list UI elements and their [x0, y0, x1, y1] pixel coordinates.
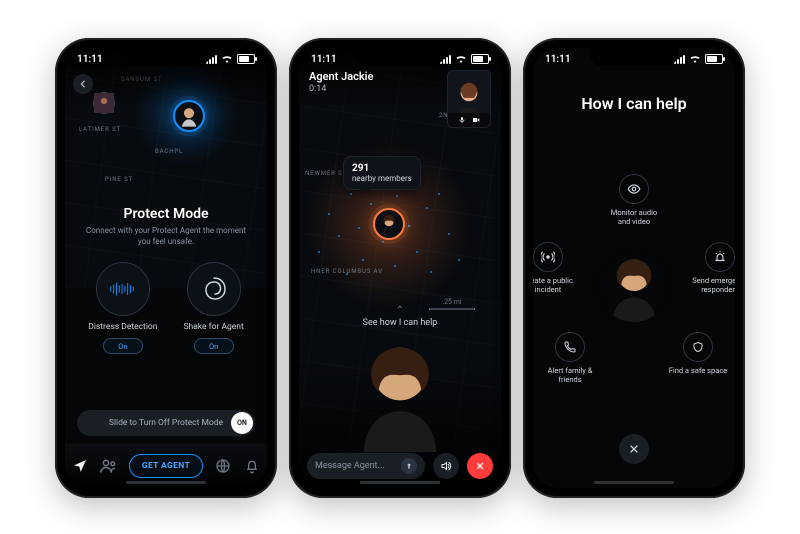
- back-button[interactable]: [73, 74, 93, 94]
- end-call-button[interactable]: [467, 453, 493, 479]
- tooltip-count: 291: [352, 163, 412, 174]
- help-hint[interactable]: ⌃ See how I can help: [299, 305, 501, 328]
- battery-icon: [471, 54, 489, 64]
- user-avatar: [340, 332, 460, 452]
- phone-help-menu: 11:11 How I can help Monitor audio and v…: [523, 38, 745, 498]
- home-indicator[interactable]: [594, 481, 674, 484]
- phone-protect-mode: 11:11 SANSOM ST LATIMER ST BACHPL PINE S…: [55, 38, 277, 498]
- friend-pin[interactable]: [93, 92, 115, 114]
- section-title: Protect Mode: [65, 206, 267, 222]
- wifi-icon: [455, 55, 467, 64]
- notch: [122, 48, 210, 66]
- feature-label: Shake for Agent: [183, 322, 243, 332]
- help-option-alert-family[interactable]: Alert family & friends: [540, 332, 600, 384]
- distress-waveform-icon: [96, 262, 150, 316]
- feature-shake-for-agent[interactable]: Shake for Agent On: [183, 262, 243, 354]
- phone-agent-call: 11:11 2ND ST NEWMER ST HNER COLUMBUS AV …: [289, 38, 511, 498]
- status-time: 11:11: [77, 54, 103, 65]
- wifi-icon: [689, 55, 701, 64]
- wifi-icon: [221, 55, 233, 64]
- call-duration: 0:14: [309, 84, 447, 94]
- street-label: PINE ST: [105, 176, 133, 183]
- feature-toggle[interactable]: On: [103, 338, 143, 354]
- shake-swirl-icon: [187, 262, 241, 316]
- status-time: 11:11: [545, 54, 571, 65]
- mic-icon: [458, 116, 466, 124]
- tab-alerts-icon[interactable]: [243, 457, 261, 475]
- home-indicator[interactable]: [126, 481, 206, 484]
- siren-icon: [705, 242, 735, 272]
- phone-icon: [555, 332, 585, 362]
- battery-icon: [237, 54, 255, 64]
- agent-video-thumbnail[interactable]: [447, 70, 491, 128]
- get-agent-button[interactable]: GET AGENT: [129, 454, 203, 478]
- section-subtitle: Connect with your Protect Agent the mome…: [79, 226, 253, 248]
- help-option-incident[interactable]: Create a public incident: [533, 242, 578, 294]
- nearby-members-tooltip[interactable]: 291 nearby members: [343, 156, 421, 190]
- notch: [590, 48, 678, 66]
- message-placeholder: Message Agent...: [315, 461, 385, 471]
- battery-icon: [705, 54, 723, 64]
- close-button[interactable]: [619, 434, 649, 464]
- agent-name: Agent Jackie: [309, 70, 447, 83]
- tooltip-label: nearby members: [352, 174, 412, 183]
- call-header: Agent Jackie 0:14: [309, 70, 491, 128]
- eye-icon: [619, 174, 649, 204]
- street-label: BACHPL: [155, 148, 183, 155]
- user-location-pin[interactable]: [373, 208, 405, 240]
- feature-label: Distress Detection: [88, 322, 157, 332]
- shield-icon: [683, 332, 713, 362]
- send-up-icon[interactable]: [401, 458, 417, 474]
- protect-mode-slider[interactable]: Slide to Turn Off Protect Mode ON: [77, 410, 255, 436]
- tab-contacts-icon[interactable]: [100, 457, 118, 475]
- message-input[interactable]: Message Agent...: [307, 453, 425, 479]
- slider-label: Slide to Turn Off Protect Mode: [77, 418, 255, 428]
- status-time: 11:11: [311, 54, 337, 65]
- tab-globe-icon[interactable]: [214, 457, 232, 475]
- street-label: LATIMER ST: [79, 126, 121, 133]
- feature-toggle[interactable]: On: [194, 338, 234, 354]
- help-option-monitor[interactable]: Monitor audio and video: [604, 174, 664, 226]
- user-avatar: [598, 250, 670, 322]
- user-location-pin[interactable]: [173, 100, 205, 132]
- home-indicator[interactable]: [360, 481, 440, 484]
- help-option-responders[interactable]: Send emergency responders: [690, 242, 735, 294]
- notch: [356, 48, 444, 66]
- slider-knob[interactable]: ON: [231, 412, 253, 434]
- help-option-safe-space[interactable]: Find a safe space: [668, 332, 728, 375]
- tab-location-icon[interactable]: [71, 457, 89, 475]
- broadcast-icon: [533, 242, 563, 272]
- message-row: Message Agent...: [307, 452, 493, 480]
- speaker-button[interactable]: [433, 453, 459, 479]
- chevron-up-icon: ⌃: [299, 305, 501, 316]
- feature-distress-detection[interactable]: Distress Detection On: [88, 262, 157, 354]
- camera-icon: [472, 116, 480, 124]
